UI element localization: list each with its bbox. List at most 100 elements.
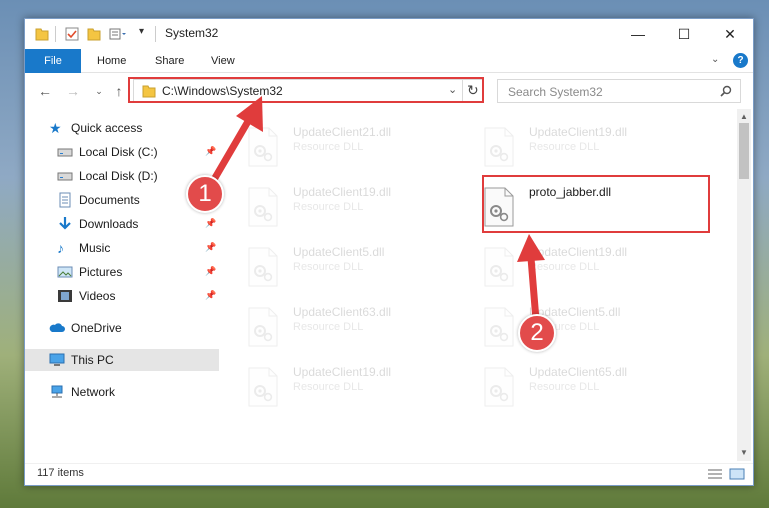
scroll-down-icon[interactable]: ▼: [737, 447, 751, 459]
tab-view[interactable]: View: [197, 49, 249, 73]
file-type: Resource DLL: [293, 261, 364, 273]
sidebar-item-music[interactable]: ♪ Music 📌: [25, 237, 219, 259]
pin-icon[interactable]: 📌: [205, 146, 216, 157]
file-type: Resource DLL: [529, 261, 600, 273]
file-type: Resource DLL: [293, 141, 364, 153]
tab-home[interactable]: Home: [83, 49, 140, 73]
scroll-thumb[interactable]: [739, 123, 749, 179]
sidebar-item-pictures[interactable]: Pictures 📌: [25, 261, 219, 283]
pin-icon[interactable]: 📌: [205, 218, 216, 229]
search-input[interactable]: Search System32: [508, 85, 603, 99]
vertical-scrollbar[interactable]: ▲ ▼: [737, 109, 751, 461]
music-icon: ♪: [57, 240, 64, 256]
help-icon[interactable]: ?: [733, 53, 748, 68]
title-bar: ▾ System32 — ☐ ✕: [25, 19, 753, 49]
cloud-icon: [49, 323, 65, 332]
file-item[interactable]: UpdateClient21.dll Resource DLL: [235, 119, 465, 175]
star-icon: ★: [49, 120, 62, 136]
properties-icon[interactable]: [65, 26, 79, 42]
sidebar-item-label: Quick access: [71, 121, 143, 135]
file-item[interactable]: UpdateClient63.dll Resource DLL: [235, 299, 465, 355]
network-icon: [51, 385, 63, 398]
sidebar-item-label: Videos: [79, 289, 116, 303]
details-view-icon[interactable]: [707, 468, 723, 480]
maximize-button[interactable]: ☐: [661, 19, 707, 49]
dll-file-icon: [483, 307, 515, 347]
new-folder-icon[interactable]: [87, 26, 101, 42]
navigation-pane: ★ Quick access Local Disk (C:) 📌 Local D…: [25, 115, 219, 461]
file-name: UpdateClient19.dll: [293, 365, 392, 379]
file-name: UpdateClient19.dll: [529, 245, 628, 259]
forward-button[interactable]: →: [63, 81, 83, 101]
computer-icon: [49, 353, 65, 366]
sidebar-item-label: Documents: [79, 193, 140, 207]
file-name: UpdateClient63.dll: [293, 305, 392, 319]
drive-icon: [57, 172, 73, 181]
sidebar-item-network[interactable]: Network: [25, 381, 219, 403]
sidebar-item-quick-access[interactable]: ★ Quick access: [25, 117, 219, 139]
videos-icon: [58, 290, 72, 302]
window-title: System32: [165, 26, 219, 40]
dll-file-icon: [247, 307, 279, 347]
sidebar-item-label: Local Disk (C:): [79, 145, 158, 159]
sidebar-item-this-pc[interactable]: This PC: [25, 349, 219, 371]
customize-toolbar-icon[interactable]: [109, 26, 127, 42]
search-box[interactable]: Search System32: [497, 79, 741, 103]
address-bar-highlight: [128, 77, 484, 103]
file-type: Resource DLL: [293, 381, 364, 393]
sidebar-item-label: Music: [79, 241, 111, 255]
documents-icon: [59, 192, 71, 208]
status-bar: 117 items: [25, 463, 753, 485]
file-type: Resource DLL: [529, 381, 600, 393]
tab-share[interactable]: Share: [141, 49, 198, 73]
scroll-up-icon[interactable]: ▲: [737, 111, 751, 123]
file-item[interactable]: UpdateClient19.dll Resource DLL: [235, 179, 465, 235]
drive-icon: [57, 148, 73, 157]
download-icon: [59, 217, 71, 230]
pictures-icon: [57, 266, 73, 278]
sidebar-item-label: Downloads: [79, 217, 139, 231]
sidebar-item-downloads[interactable]: Downloads 📌: [25, 213, 219, 235]
pin-icon[interactable]: 📌: [205, 266, 216, 277]
dll-file-icon: [247, 367, 279, 407]
file-item[interactable]: UpdateClient65.dll Resource DLL: [471, 359, 701, 415]
file-item[interactable]: UpdateClient19.dll Resource DLL: [471, 239, 701, 295]
sidebar-item-label: Local Disk (D:): [79, 169, 158, 183]
search-icon[interactable]: [720, 85, 732, 97]
back-button[interactable]: ←: [35, 81, 55, 101]
file-name: UpdateClient19.dll: [293, 185, 392, 199]
pin-icon[interactable]: 📌: [205, 242, 216, 253]
step-2-callout: 2: [518, 314, 556, 352]
expand-ribbon-icon[interactable]: ⌄: [711, 54, 719, 65]
dll-file-icon: [483, 127, 515, 167]
sidebar-item-local-disk-c[interactable]: Local Disk (C:) 📌: [25, 141, 219, 163]
sidebar-item-label: OneDrive: [71, 321, 122, 335]
item-count: 117 items: [37, 467, 84, 479]
file-item[interactable]: UpdateClient5.dll Resource DLL: [235, 239, 465, 295]
close-button[interactable]: ✕: [707, 19, 753, 49]
sidebar-item-label: Pictures: [79, 265, 123, 279]
sidebar-item-videos[interactable]: Videos 📌: [25, 285, 219, 307]
sidebar-item-label: Network: [71, 385, 116, 399]
chevron-down-icon[interactable]: ▾: [139, 26, 144, 42]
dll-file-icon: [247, 127, 279, 167]
file-name: UpdateClient65.dll: [529, 365, 628, 379]
file-type: Resource DLL: [293, 201, 364, 213]
file-item[interactable]: UpdateClient19.dll Resource DLL: [235, 359, 465, 415]
minimize-button[interactable]: —: [615, 19, 661, 49]
sidebar-item-label: This PC: [71, 353, 114, 367]
file-type: Resource DLL: [293, 321, 364, 333]
dll-file-icon: [483, 247, 515, 287]
file-list: UpdateClient21.dll Resource DLL UpdateClie…: [235, 115, 735, 461]
large-icons-view-icon[interactable]: [729, 468, 745, 480]
file-name: UpdateClient21.dll: [293, 125, 392, 139]
file-item[interactable]: UpdateClient19.dll Resource DLL: [471, 119, 701, 175]
step-1-callout: 1: [186, 175, 224, 213]
sidebar-item-onedrive[interactable]: OneDrive: [25, 317, 219, 339]
tab-file[interactable]: File: [25, 49, 81, 73]
folder-icon: [35, 28, 49, 41]
pin-icon[interactable]: 📌: [205, 290, 216, 301]
recent-locations-button[interactable]: ⌄: [89, 81, 109, 101]
file-item[interactable]: UpdateClient5.dll Resource DLL: [471, 299, 701, 355]
up-button[interactable]: ↑: [109, 81, 129, 101]
